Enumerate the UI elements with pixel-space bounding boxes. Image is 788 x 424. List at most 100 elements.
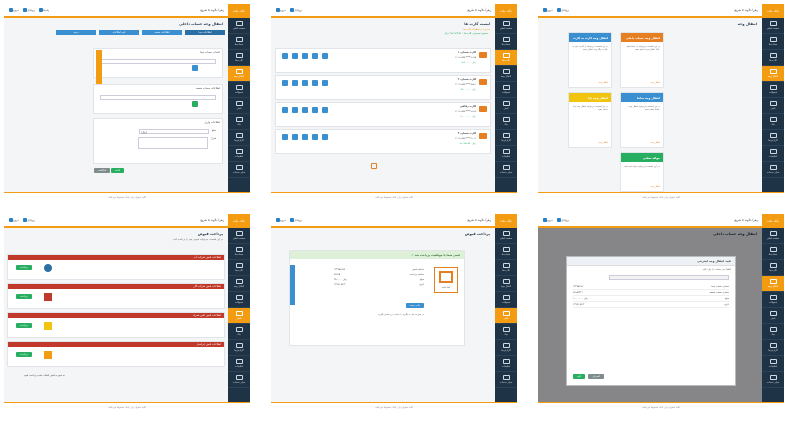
sidebar-item-cards[interactable]: کارت‌ها — [228, 50, 250, 66]
sidebar-item-bills[interactable]: قبض — [495, 98, 517, 114]
print-receipt-button[interactable]: چاپ رسید — [405, 303, 424, 308]
pay-button[interactable]: پرداخت — [16, 352, 32, 357]
sidebar-item-reports[interactable]: گزارش‌ها — [495, 130, 517, 146]
sidebar-item-loans[interactable]: تسهیلات — [495, 292, 517, 308]
tile-link[interactable]: انتقال وجه — [650, 81, 660, 84]
sidebar-item-accounts[interactable]: حساب‌ها — [495, 34, 517, 50]
sidebar-item-accounts[interactable]: حساب‌ها — [495, 244, 517, 260]
card-row-2[interactable]: کارت شماره ۲ ۶۱۰۴-۳۳۷۷-****-۸۸۲۱ ۴۵,۰۰۰,… — [275, 75, 491, 100]
pay-button[interactable]: پرداخت — [16, 323, 32, 328]
sidebar-item-home[interactable]: صفحه اصلی — [228, 18, 250, 34]
sidebar-item-bills[interactable]: قبض — [228, 308, 250, 324]
sidebar-item-other[interactable]: سایر خدمات — [495, 372, 517, 388]
password-input[interactable] — [609, 275, 729, 280]
sidebar-item-accounts[interactable]: حساب‌ها — [228, 34, 250, 50]
sidebar-item-home[interactable]: صفحه اصلی — [495, 228, 517, 244]
lock-icon[interactable] — [312, 134, 318, 140]
confirm-button[interactable]: تایید — [573, 374, 586, 379]
settings-icon[interactable] — [322, 80, 328, 86]
profile-link[interactable]: پروفایل — [22, 218, 35, 222]
sidebar-item-transfer[interactable]: انتقال وجه — [762, 276, 784, 292]
messages-link[interactable]: پیام‌ها — [38, 8, 49, 12]
sidebar-item-other[interactable]: سایر خدمات — [228, 162, 250, 178]
source-account-select[interactable] — [100, 59, 216, 64]
statement-icon[interactable] — [282, 134, 288, 140]
statement-icon[interactable] — [282, 53, 288, 59]
back-button[interactable]: بازگشت — [94, 168, 111, 173]
card-row-4[interactable]: کارت شماره ۴ ۶۱۰۴-۳۳۷۷-****-۹۰۱۱ ۱۵۰,۴۸۳… — [275, 129, 491, 154]
sidebar-item-accounts[interactable]: حساب‌ها — [762, 34, 784, 50]
settings-icon[interactable] — [322, 134, 328, 140]
sidebar-item-settings[interactable]: تنظیمات — [762, 356, 784, 372]
transfer-icon[interactable] — [292, 53, 298, 59]
sidebar-item-other[interactable]: سایر خدمات — [495, 162, 517, 178]
sidebar-item-settings[interactable]: تنظیمات — [762, 146, 784, 162]
sidebar-item-settings[interactable]: تنظیمات — [495, 146, 517, 162]
sidebar-item-loans[interactable]: تسهیلات — [495, 82, 517, 98]
tile-link[interactable]: انتقال وجه — [598, 81, 608, 84]
pay-button[interactable]: پرداخت — [16, 265, 32, 270]
sidebar-item-cheque[interactable]: چک — [495, 324, 517, 340]
sidebar-item-cards[interactable]: کارت‌ها — [495, 50, 517, 66]
sidebar-item-reports[interactable]: گزارش‌ها — [228, 340, 250, 356]
sidebar-item-cheque[interactable]: چک — [228, 114, 250, 130]
sidebar-item-settings[interactable]: تنظیمات — [495, 356, 517, 372]
sidebar-item-other[interactable]: سایر خدمات — [762, 372, 784, 388]
profile-link[interactable]: پروفایل — [289, 8, 302, 12]
tile-paya-transfer[interactable]: انتقال وجه پایا در این قسمت می‌توانید ان… — [568, 92, 612, 148]
tile-internal-transfer[interactable]: انتقال وجه حساب داخلی در این قسمت می‌توا… — [620, 32, 664, 88]
sidebar-item-bills[interactable]: قبض — [228, 98, 250, 114]
sidebar-item-bills[interactable]: قبض — [762, 308, 784, 324]
pay-button[interactable]: پرداخت — [16, 294, 32, 299]
sidebar-item-transfer[interactable]: انتقال وجه — [762, 66, 784, 82]
sidebar-item-transfer[interactable]: انتقال وجه — [228, 276, 250, 292]
continue-button[interactable]: ادامه — [111, 168, 125, 173]
sidebar-item-cheque[interactable]: چک — [762, 324, 784, 340]
sidebar-item-cards[interactable]: کارت‌ها — [495, 260, 517, 276]
sidebar-item-accounts[interactable]: حساب‌ها — [762, 244, 784, 260]
sidebar-item-cheque[interactable]: چک — [762, 114, 784, 130]
balance-icon[interactable] — [302, 80, 308, 86]
profile-link[interactable]: پروفایل — [556, 8, 569, 12]
tile-satna-transfer[interactable]: انتقال وجه ساتنا در این قسمت می‌توانید ا… — [620, 92, 664, 148]
logout-link[interactable]: خروج — [8, 218, 19, 222]
lock-icon[interactable] — [312, 107, 318, 113]
lock-icon[interactable] — [312, 80, 318, 86]
sidebar-item-loans[interactable]: تسهیلات — [228, 292, 250, 308]
sidebar-item-settings[interactable]: تنظیمات — [228, 146, 250, 162]
sidebar-item-home[interactable]: صفحه اصلی — [762, 18, 784, 34]
transfer-icon[interactable] — [292, 134, 298, 140]
sidebar-item-loans[interactable]: تسهیلات — [762, 82, 784, 98]
profile-link[interactable]: پروفایل — [289, 218, 302, 222]
sidebar-item-reports[interactable]: گزارش‌ها — [228, 130, 250, 146]
sidebar-item-cards[interactable]: کارت‌ها — [762, 260, 784, 276]
logout-link[interactable]: خروج — [275, 8, 286, 12]
sidebar-item-settings[interactable]: تنظیمات — [228, 356, 250, 372]
sidebar-item-transfer[interactable]: انتقال وجه — [228, 66, 250, 82]
scroll-up-button[interactable] — [371, 163, 377, 169]
sidebar-item-home[interactable]: صفحه اصلی — [762, 228, 784, 244]
sidebar-item-transfer[interactable]: انتقال وجه — [495, 276, 517, 292]
settings-icon[interactable] — [322, 107, 328, 113]
statement-icon[interactable] — [282, 107, 288, 113]
sidebar-item-loans[interactable]: تسهیلات — [762, 292, 784, 308]
logout-link[interactable]: خروج — [542, 218, 553, 222]
balance-icon[interactable] — [302, 107, 308, 113]
sidebar-item-other[interactable]: سایر خدمات — [228, 372, 250, 388]
sidebar-item-reports[interactable]: گزارش‌ها — [762, 340, 784, 356]
logout-link[interactable]: خروج — [275, 218, 286, 222]
sidebar-item-transfer[interactable]: انتقال وجه — [495, 66, 517, 82]
sidebar-item-cards[interactable]: کارت‌ها — [228, 260, 250, 276]
statement-icon[interactable] — [282, 80, 288, 86]
profile-link[interactable]: پروفایل — [22, 8, 35, 12]
card-row-3[interactable]: کارت رفاهی ۶۱۰۴-۳۳۷۷-****-۲۲۳۴ ۸۰,۰۰۰,۰۰… — [275, 102, 491, 127]
balance-icon[interactable] — [302, 134, 308, 140]
sidebar-item-reports[interactable]: گزارش‌ها — [495, 340, 517, 356]
sidebar-item-bills[interactable]: قبض — [495, 308, 517, 324]
settings-icon[interactable] — [322, 53, 328, 59]
logout-link[interactable]: خروج — [542, 8, 553, 12]
tile-link[interactable]: انتقال وجه — [598, 141, 608, 144]
sidebar-item-cards[interactable]: کارت‌ها — [762, 50, 784, 66]
sidebar-item-home[interactable]: صفحه اصلی — [495, 18, 517, 34]
sidebar-item-loans[interactable]: تسهیلات — [228, 82, 250, 98]
